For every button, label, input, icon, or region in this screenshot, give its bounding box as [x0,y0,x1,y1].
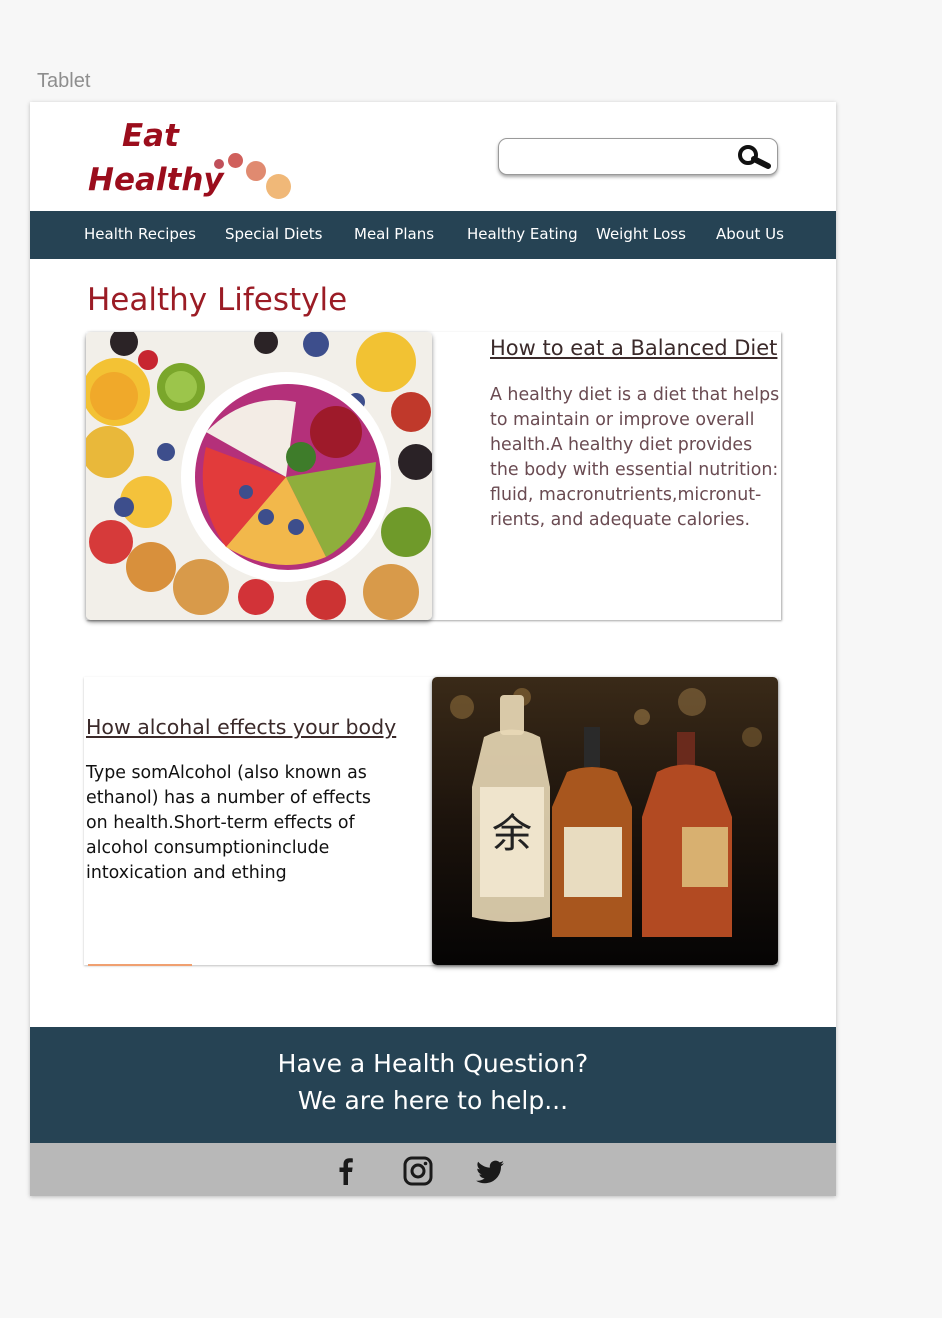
artboard-label: Tablet [37,70,91,92]
tablet-page-frame: Eat Healthy Health Recipes Special Diets… [30,102,836,1196]
main-nav: Health Recipes Special Diets Meal Plans … [30,211,836,259]
logo-dot [228,153,243,168]
article-body-balanced-diet: A healthy diet is a diet that helps to m… [490,385,780,530]
whisky-bottles-photo: 余 [432,677,778,965]
card-accent-line [88,964,192,966]
page-title: Healthy Lifestyle [87,282,348,318]
article-heading-alcohol[interactable]: How alcohal effects your body [86,715,396,739]
cta-line-help: We are here to help... [297,1086,569,1115]
logo-text-healthy: Healthy [88,162,224,198]
article-heading-balanced-diet[interactable]: How to eat a Balanced Diet [490,336,777,360]
svg-text:余: 余 [492,811,532,857]
article-card: How to eat a Balanced Diet A healthy die… [86,332,781,620]
nav-item-about-us[interactable]: About Us [716,225,784,243]
facebook-icon[interactable] [330,1155,362,1187]
logo-dot [266,174,291,199]
fruit-bowl-photo [86,332,432,620]
social-bar [30,1143,836,1196]
search-icon[interactable] [737,144,773,170]
nav-item-special-diets[interactable]: Special Diets [225,225,322,243]
logo[interactable]: Eat Healthy [86,116,296,206]
instagram-icon[interactable] [402,1155,434,1187]
logo-dot [214,159,224,169]
help-cta-banner: Have a Health Question? We are here to h… [30,1027,836,1143]
nav-item-healthy-eating[interactable]: Healthy Eating [467,225,578,243]
cta-line-question: Have a Health Question? [277,1049,589,1078]
nav-item-meal-plans[interactable]: Meal Plans [354,225,434,243]
twitter-icon[interactable] [474,1155,506,1187]
article-body-alcohol: Type somAlcohol (also known as ethanol) … [86,763,371,883]
nav-item-health-recipes[interactable]: Health Recipes [84,225,196,243]
search-box [498,138,778,175]
nav-item-weight-loss[interactable]: Weight Loss [596,225,686,243]
logo-text-eat: Eat [122,118,179,154]
article-card: How alcohal effects your body Type somAl… [84,677,778,966]
logo-dot [246,161,266,181]
search-input[interactable] [507,145,731,169]
